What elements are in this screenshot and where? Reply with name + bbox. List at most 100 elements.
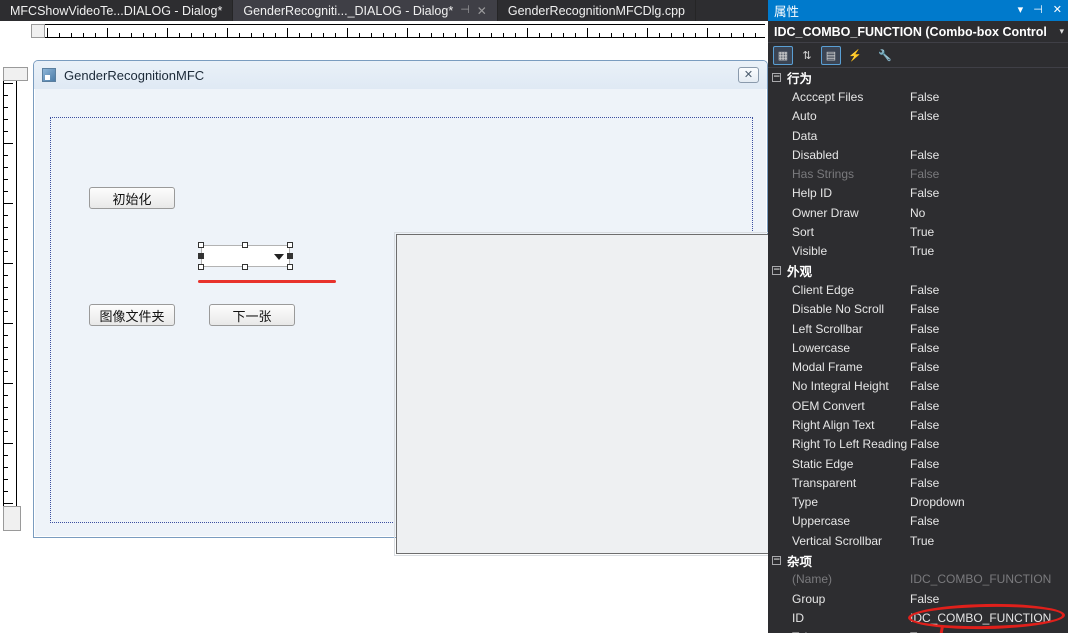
property-row[interactable]: Data: [768, 126, 1068, 145]
property-value[interactable]: False: [910, 167, 1068, 181]
property-row[interactable]: Modal Frame False: [768, 357, 1068, 376]
messages-icon[interactable]: 🔧: [875, 46, 895, 65]
property-row[interactable]: Right To Left Reading False: [768, 435, 1068, 454]
property-row[interactable]: OEM Convert False: [768, 396, 1068, 415]
property-value[interactable]: False: [910, 302, 1068, 316]
property-row[interactable]: TabstopTrue: [768, 628, 1068, 633]
close-icon[interactable]: ✕: [1053, 5, 1062, 16]
property-value[interactable]: False: [910, 437, 1068, 451]
property-group-header[interactable]: − 外观: [768, 261, 1068, 280]
property-row[interactable]: Disabled False: [768, 145, 1068, 164]
tab-label: GenderRecogniti..._DIALOG - Dialog*: [243, 3, 454, 18]
resize-handle-middle-left[interactable]: [198, 253, 204, 259]
property-row[interactable]: Static Edge False: [768, 454, 1068, 473]
property-row[interactable]: ID IDC_COMBO_FUNCTION: [768, 602, 1068, 633]
property-value[interactable]: True: [910, 244, 1068, 258]
tab-genderrecognition-dialog[interactable]: GenderRecogniti..._DIALOG - Dialog* ⊣ ✕: [233, 0, 498, 21]
property-value[interactable]: Dropdown: [910, 495, 1068, 509]
property-value[interactable]: False: [910, 186, 1068, 200]
chevron-down-icon[interactable]: ▾: [1018, 5, 1024, 16]
tab-genderrecognitionmfcdlg-cpp[interactable]: GenderRecognitionMFCDlg.cpp: [497, 0, 697, 21]
property-name: Sort: [792, 225, 815, 240]
property-value[interactable]: False: [910, 109, 1068, 123]
property-value[interactable]: False: [910, 322, 1068, 336]
property-value[interactable]: No: [910, 206, 1068, 220]
property-pages-icon[interactable]: ▤: [821, 45, 841, 65]
property-row[interactable]: Lowercase False: [768, 338, 1068, 357]
selected-object-dropdown[interactable]: IDC_COMBO_FUNCTION (Combo-box Control ▾: [768, 21, 1068, 43]
property-value[interactable]: False: [910, 341, 1068, 355]
property-group-header[interactable]: − 行为: [768, 68, 1068, 87]
property-row[interactable]: Right Align Text False: [768, 415, 1068, 434]
property-name: Right Align Text: [792, 417, 875, 432]
resize-handle-bottom-center[interactable]: [242, 264, 248, 270]
ruler-corner: [31, 24, 45, 38]
resize-handle-top-center[interactable]: [242, 242, 248, 248]
property-row[interactable]: No Integral Height False: [768, 377, 1068, 396]
pin-icon[interactable]: ⊣: [1033, 5, 1043, 16]
tab-mfcshowvideote-dialog[interactable]: MFCShowVideoTe...DIALOG - Dialog*: [0, 0, 234, 21]
property-row[interactable]: Help ID False: [768, 184, 1068, 203]
property-row[interactable]: Vertical Scrollbar True: [768, 531, 1068, 550]
property-row[interactable]: Left Scrollbar False: [768, 319, 1068, 338]
init-button[interactable]: 初始化: [89, 187, 175, 209]
mfc-dialog-preview[interactable]: GenderRecognitionMFC ✕ 初始化 图像文件夹 下一张: [33, 60, 792, 556]
property-value[interactable]: False: [910, 476, 1068, 490]
resize-handle-middle-right[interactable]: [287, 253, 293, 259]
property-value[interactable]: False: [910, 418, 1068, 432]
property-row[interactable]: Uppercase False: [768, 512, 1068, 531]
property-value[interactable]: False: [910, 283, 1068, 297]
property-value[interactable]: False: [910, 514, 1068, 528]
property-row[interactable]: Transparent False: [768, 473, 1068, 492]
property-value[interactable]: IDC_COMBO_FUNCTION: [910, 572, 1068, 586]
property-value[interactable]: False: [910, 379, 1068, 393]
pin-icon[interactable]: ⊣: [460, 5, 470, 16]
property-value[interactable]: True: [910, 534, 1068, 548]
property-value[interactable]: True: [910, 225, 1068, 239]
resize-handle-bottom-left[interactable]: [198, 264, 204, 270]
dialog-close-button[interactable]: ✕: [738, 67, 759, 83]
properties-title-bar: 属性 ▾ ⊣ ✕: [768, 0, 1068, 21]
picture-control[interactable]: [396, 234, 790, 554]
dialog-client-area[interactable]: 初始化 图像文件夹 下一张: [50, 117, 792, 556]
next-image-button[interactable]: 下一张: [209, 304, 295, 326]
property-row[interactable]: Auto False: [768, 107, 1068, 126]
property-row[interactable]: Type Dropdown: [768, 493, 1068, 512]
property-row[interactable]: (Name) IDC_COMBO_FUNCTION: [768, 570, 1068, 589]
close-icon[interactable]: ✕: [477, 5, 487, 17]
collapse-expand-icon[interactable]: −: [772, 266, 781, 276]
property-name: Disable No Scroll: [792, 302, 885, 317]
property-value[interactable]: False: [910, 360, 1068, 374]
property-value[interactable]: False: [910, 148, 1068, 162]
property-group-header[interactable]: − 杂项: [768, 550, 1068, 569]
collapse-expand-icon[interactable]: −: [772, 73, 781, 83]
resize-handle-top-right[interactable]: [287, 242, 293, 248]
chevron-down-icon[interactable]: [274, 254, 284, 260]
chevron-down-icon[interactable]: ▾: [1059, 26, 1064, 37]
property-row[interactable]: Sort True: [768, 222, 1068, 241]
events-icon[interactable]: ⚡: [845, 46, 865, 65]
dialog-designer-surface[interactable]: GenderRecognitionMFC ✕ 初始化 图像文件夹 下一张: [0, 21, 792, 633]
property-value[interactable]: IDC_COMBO_FUNCTION: [910, 611, 1068, 625]
property-row[interactable]: Owner Draw No: [768, 203, 1068, 222]
property-row[interactable]: Group False: [768, 589, 1068, 608]
property-name: Right To Left Reading: [792, 437, 908, 452]
alphabetical-sort-icon[interactable]: ⇅: [797, 46, 817, 65]
properties-list[interactable]: − 行为 Acccept Files False Auto False Data Disabl…: [768, 68, 1068, 633]
property-row[interactable]: Disable No Scroll False: [768, 300, 1068, 319]
property-value[interactable]: False: [910, 90, 1068, 104]
collapse-expand-icon[interactable]: −: [772, 555, 781, 565]
property-name: Lowercase: [792, 340, 851, 355]
property-name: Client Edge: [792, 282, 855, 297]
property-row[interactable]: Client Edge False: [768, 280, 1068, 299]
property-row[interactable]: Visible True: [768, 242, 1068, 261]
resize-handle-bottom-right[interactable]: [287, 264, 293, 270]
property-value[interactable]: False: [910, 399, 1068, 413]
property-row[interactable]: Acccept Files False: [768, 87, 1068, 106]
image-folder-button[interactable]: 图像文件夹: [89, 304, 175, 326]
property-value[interactable]: False: [910, 457, 1068, 471]
property-row[interactable]: Has Strings False: [768, 164, 1068, 183]
categorized-view-icon[interactable]: ▦: [773, 45, 793, 65]
resize-handle-top-left[interactable]: [198, 242, 204, 248]
property-value[interactable]: False: [910, 592, 1068, 606]
